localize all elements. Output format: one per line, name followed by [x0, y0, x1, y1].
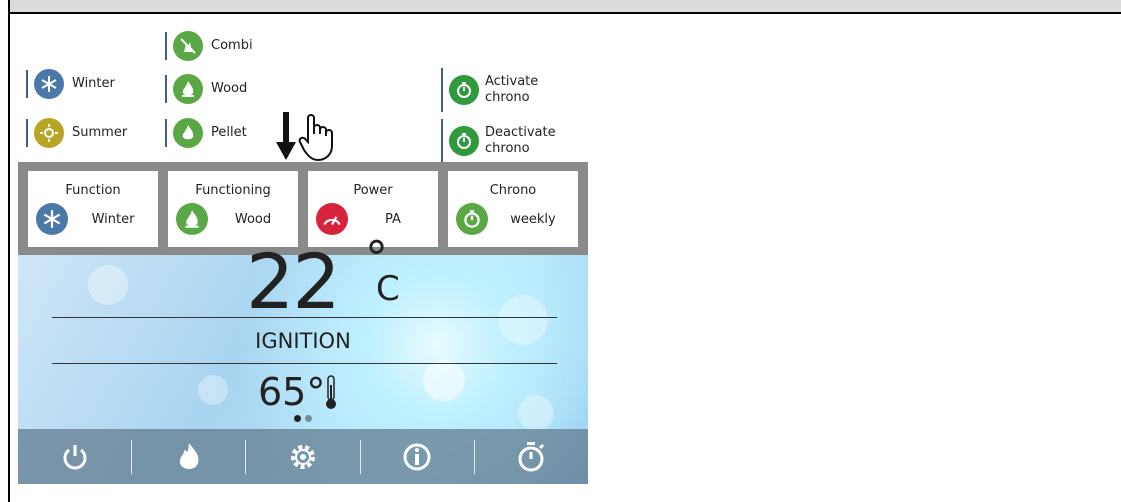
divider — [26, 70, 28, 98]
info-button[interactable] — [361, 429, 474, 484]
divider — [441, 68, 443, 112]
flame-button[interactable] — [132, 429, 245, 484]
winter-label: Winter — [72, 76, 115, 91]
page-dot[interactable] — [305, 415, 312, 422]
label-line: Deactivate — [485, 125, 556, 140]
power-button[interactable] — [18, 429, 131, 484]
bottom-toolbar — [18, 429, 588, 484]
sun-icon — [34, 118, 64, 148]
tile-chrono[interactable]: Chrono weekly — [448, 171, 578, 247]
divider — [165, 32, 167, 60]
page-dot-active[interactable] — [294, 415, 301, 422]
flame-icon — [179, 442, 199, 469]
stopwatch-icon — [518, 441, 545, 471]
tile-title: Chrono — [489, 183, 537, 198]
page-indicator[interactable] — [294, 415, 312, 422]
divider — [26, 119, 28, 147]
tile-title: Power — [353, 183, 393, 198]
down-arrow-icon — [276, 112, 296, 160]
snowflake-icon — [34, 69, 64, 99]
tile-functioning[interactable]: Functioning Wood — [168, 171, 298, 247]
window-border — [8, 0, 10, 502]
divider — [441, 119, 443, 163]
option-summer[interactable]: Summer — [26, 118, 127, 148]
bokeh — [198, 375, 228, 405]
thermometer-icon — [326, 375, 336, 409]
summer-label: Summer — [72, 125, 128, 140]
divider — [165, 119, 167, 147]
combi-label: Combi — [211, 38, 253, 53]
display-screen: 22 ° C IGNITION 65° — [18, 231, 588, 484]
tile-value: PA — [385, 212, 401, 227]
wood-flame-icon — [173, 74, 203, 104]
option-wood[interactable]: Wood — [165, 74, 247, 104]
stopwatch-icon — [449, 126, 479, 156]
hand-pointer-icon — [298, 114, 333, 162]
settings-button[interactable] — [246, 429, 359, 484]
option-deactivate-chrono[interactable]: Deactivate chrono — [441, 119, 556, 163]
device-panel: Function Winter Functioning Wood Power P… — [18, 162, 588, 484]
option-activate-chrono[interactable]: Activate chrono — [441, 68, 538, 112]
bokeh — [423, 360, 465, 402]
divider-line — [52, 317, 557, 318]
gauge-icon — [316, 203, 348, 235]
option-combi[interactable]: Combi — [165, 31, 253, 61]
info-icon — [403, 443, 431, 470]
combi-icon — [173, 31, 203, 61]
snowflake-icon — [36, 203, 68, 235]
pellet-label: Pellet — [211, 125, 247, 140]
wood-label: Wood — [211, 81, 248, 96]
tile-title: Functioning — [195, 183, 271, 198]
gear-icon — [291, 444, 315, 469]
divider — [165, 75, 167, 103]
bokeh — [88, 265, 128, 305]
status-tiles: Function Winter Functioning Wood Power P… — [28, 171, 578, 247]
pellet-flame-icon — [173, 118, 203, 148]
tile-value: Winter — [91, 212, 135, 227]
stopwatch-icon — [456, 203, 488, 235]
activate-chrono-label: Activate chrono — [485, 74, 538, 106]
stove-status: IGNITION — [255, 329, 351, 353]
room-temperature: 22 — [246, 237, 341, 326]
window: Combi Winter Wood Summer Pellet Activate… — [0, 0, 1121, 502]
tile-value: weekly — [510, 212, 556, 227]
bokeh — [518, 395, 554, 431]
label-line: chrono — [485, 141, 530, 156]
tile-value: Wood — [234, 212, 272, 227]
stopwatch-icon — [449, 75, 479, 105]
chrono-button[interactable] — [475, 429, 588, 484]
title-bar — [8, 0, 1121, 14]
tile-function[interactable]: Function Winter — [28, 171, 158, 247]
water-temperature: 65° — [258, 370, 326, 414]
option-pellet[interactable]: Pellet — [165, 118, 247, 148]
power-icon — [63, 444, 87, 469]
label-line: Activate — [485, 74, 539, 89]
option-winter[interactable]: Winter — [26, 69, 115, 99]
tile-title: Function — [65, 183, 121, 198]
label-line: chrono — [485, 90, 530, 105]
divider-line — [52, 363, 557, 364]
flame-icon — [176, 203, 208, 235]
temperature-unit: C — [376, 269, 400, 309]
deactivate-chrono-label: Deactivate chrono — [485, 125, 556, 157]
